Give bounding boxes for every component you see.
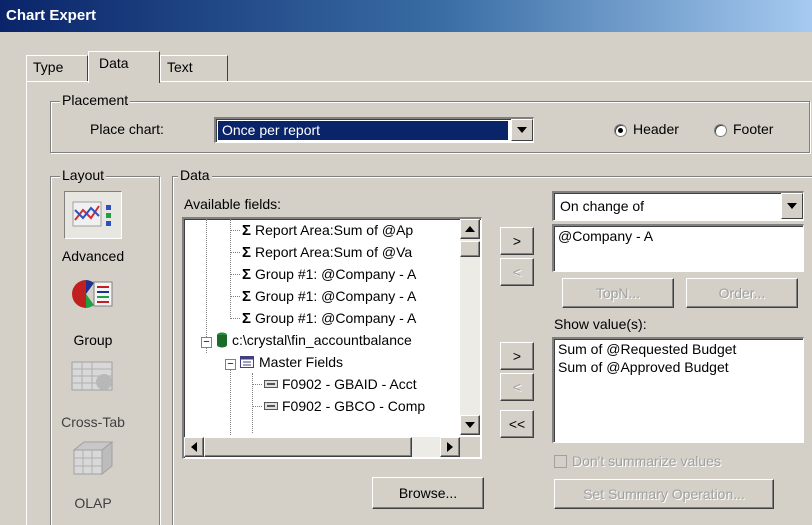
remove-value-button[interactable]: <	[500, 373, 534, 401]
tree-item-label: Report Area:Sum of @Ap	[255, 222, 414, 238]
tree-connector	[230, 274, 240, 275]
tree-item[interactable]: Σ Group #1: @Company - A	[242, 286, 416, 306]
header-radio-label: Header	[633, 121, 679, 137]
tree-item[interactable]: F0902 - GBCO - Comp	[264, 396, 425, 416]
on-change-item[interactable]: @Company - A	[558, 228, 653, 244]
tree-item-label: c:\crystal\fin_accountbalance	[232, 332, 412, 348]
on-change-dropdown[interactable]: On change of	[552, 191, 804, 221]
cross-tab-layout-button[interactable]	[64, 354, 122, 402]
place-chart-dropdown[interactable]: Once per report	[214, 117, 534, 143]
group-chart-icon	[72, 280, 113, 308]
scroll-up-button[interactable]	[460, 219, 480, 239]
tree-item-label: Group #1: @Company - A	[255, 310, 417, 326]
sum-icon: Σ	[242, 221, 252, 239]
show-values-label: Show value(s):	[554, 316, 647, 332]
tree-item[interactable]: Σ Group #1: @Company - A	[242, 264, 416, 284]
scrollbar-corner	[460, 437, 480, 457]
olap-icon	[72, 440, 114, 476]
layout-group-label: Layout	[60, 167, 107, 183]
tree-item-label: Master Fields	[259, 354, 344, 370]
collapse-icon[interactable]: −	[201, 337, 212, 348]
tree-connector	[252, 373, 253, 433]
tab-text[interactable]: Text	[160, 55, 228, 81]
scroll-left-button[interactable]	[184, 437, 204, 457]
place-chart-value: Once per report	[218, 121, 508, 140]
sum-icon: Σ	[242, 265, 252, 283]
tree-connector	[230, 219, 231, 319]
order-button[interactable]: Order...	[686, 278, 798, 308]
tree-item-label: F0902 - GBCO - Comp	[282, 398, 426, 414]
place-chart-label: Place chart:	[90, 121, 164, 137]
remove-all-values-button[interactable]: <<	[500, 410, 534, 438]
group-layout-label: Group	[73, 332, 113, 348]
dont-summarize-checkbox[interactable]	[554, 455, 567, 468]
header-radio[interactable]	[614, 124, 627, 137]
data-group-label: Data	[178, 167, 212, 183]
footer-radio[interactable]	[714, 124, 727, 137]
placement-group-label: Placement	[60, 92, 131, 108]
add-group-button[interactable]: >	[500, 227, 534, 255]
tree-connector	[252, 384, 262, 385]
browse-button[interactable]: Browse...	[372, 477, 484, 509]
set-summary-operation-button[interactable]: Set Summary Operation...	[554, 479, 774, 509]
chevron-down-icon[interactable]	[781, 193, 803, 219]
tree-item[interactable]: Σ Report Area:Sum of @Va	[242, 242, 412, 262]
show-values-list[interactable]: Sum of @Requested Budget Sum of @Approve…	[552, 337, 804, 443]
sum-icon: Σ	[242, 309, 252, 327]
tree-item[interactable]: F0902 - GBAID - Acct	[264, 374, 417, 394]
field-icon	[264, 380, 278, 388]
sum-icon: Σ	[242, 287, 252, 305]
show-value-item[interactable]: Sum of @Approved Budget	[558, 359, 729, 375]
scroll-right-button[interactable]	[440, 437, 460, 457]
tree-connector	[230, 230, 240, 231]
collapse-icon[interactable]: −	[225, 359, 236, 370]
tree-item-label: Report Area:Sum of @Va	[255, 244, 413, 260]
advanced-layout-label: Advanced	[61, 248, 125, 264]
olap-layout-label: OLAP	[74, 495, 112, 511]
sum-icon: Σ	[242, 243, 252, 261]
database-icon	[217, 332, 227, 348]
cross-tab-icon	[71, 361, 113, 391]
topn-button[interactable]: TopN...	[562, 278, 674, 308]
cross-tab-layout-label: Cross-Tab	[61, 414, 125, 430]
tree-viewport: Σ Report Area:Sum of @Ap Σ Report Area:Sum…	[184, 219, 460, 435]
scroll-down-button[interactable]	[460, 415, 480, 435]
field-icon	[264, 402, 278, 410]
tree-vertical-scrollbar[interactable]	[460, 219, 480, 435]
tree-item-label: F0902 - GBAID - Acct	[282, 376, 417, 392]
available-fields-label: Available fields:	[184, 196, 282, 212]
tree-connector	[230, 296, 240, 297]
tab-type[interactable]: Type	[26, 55, 88, 81]
advanced-chart-icon	[72, 201, 111, 227]
tree-horizontal-scrollbar[interactable]	[184, 437, 460, 457]
tree-item-label: Group #1: @Company - A	[255, 266, 417, 282]
tree-connector	[230, 318, 240, 319]
tree-item-database[interactable]: c:\crystal\fin_accountbalance	[216, 330, 412, 350]
on-change-value: On change of	[560, 198, 645, 214]
tree-connector	[230, 252, 240, 253]
on-change-list[interactable]: @Company - A	[552, 224, 804, 272]
h-scroll-thumb[interactable]	[204, 437, 412, 457]
tree-connector	[230, 359, 231, 435]
table-icon	[240, 356, 254, 368]
tree-item-master-fields[interactable]: Master Fields	[240, 352, 343, 372]
chevron-down-icon[interactable]	[511, 119, 533, 141]
tree-connector	[206, 219, 207, 353]
tree-item-label: Group #1: @Company - A	[255, 288, 417, 304]
footer-radio-label: Footer	[733, 121, 774, 137]
olap-layout-button[interactable]	[64, 436, 122, 484]
available-fields-tree[interactable]: Σ Report Area:Sum of @Ap Σ Report Area:Sum…	[182, 217, 482, 459]
show-value-item[interactable]: Sum of @Requested Budget	[558, 341, 736, 357]
remove-group-button[interactable]: <	[500, 258, 534, 286]
tree-item[interactable]: Σ Group #1: @Company - A	[242, 308, 416, 328]
advanced-layout-button[interactable]	[64, 191, 122, 239]
tree-connector	[252, 406, 262, 407]
scroll-thumb[interactable]	[460, 241, 480, 257]
group-layout-button[interactable]	[64, 272, 122, 320]
tab-data[interactable]: Data	[88, 51, 160, 83]
window-title: Chart Expert	[0, 0, 812, 32]
tree-item[interactable]: Σ Report Area:Sum of @Ap	[242, 220, 413, 240]
dont-summarize-label: Don't summarize values	[572, 453, 721, 469]
add-value-button[interactable]: >	[500, 342, 534, 370]
